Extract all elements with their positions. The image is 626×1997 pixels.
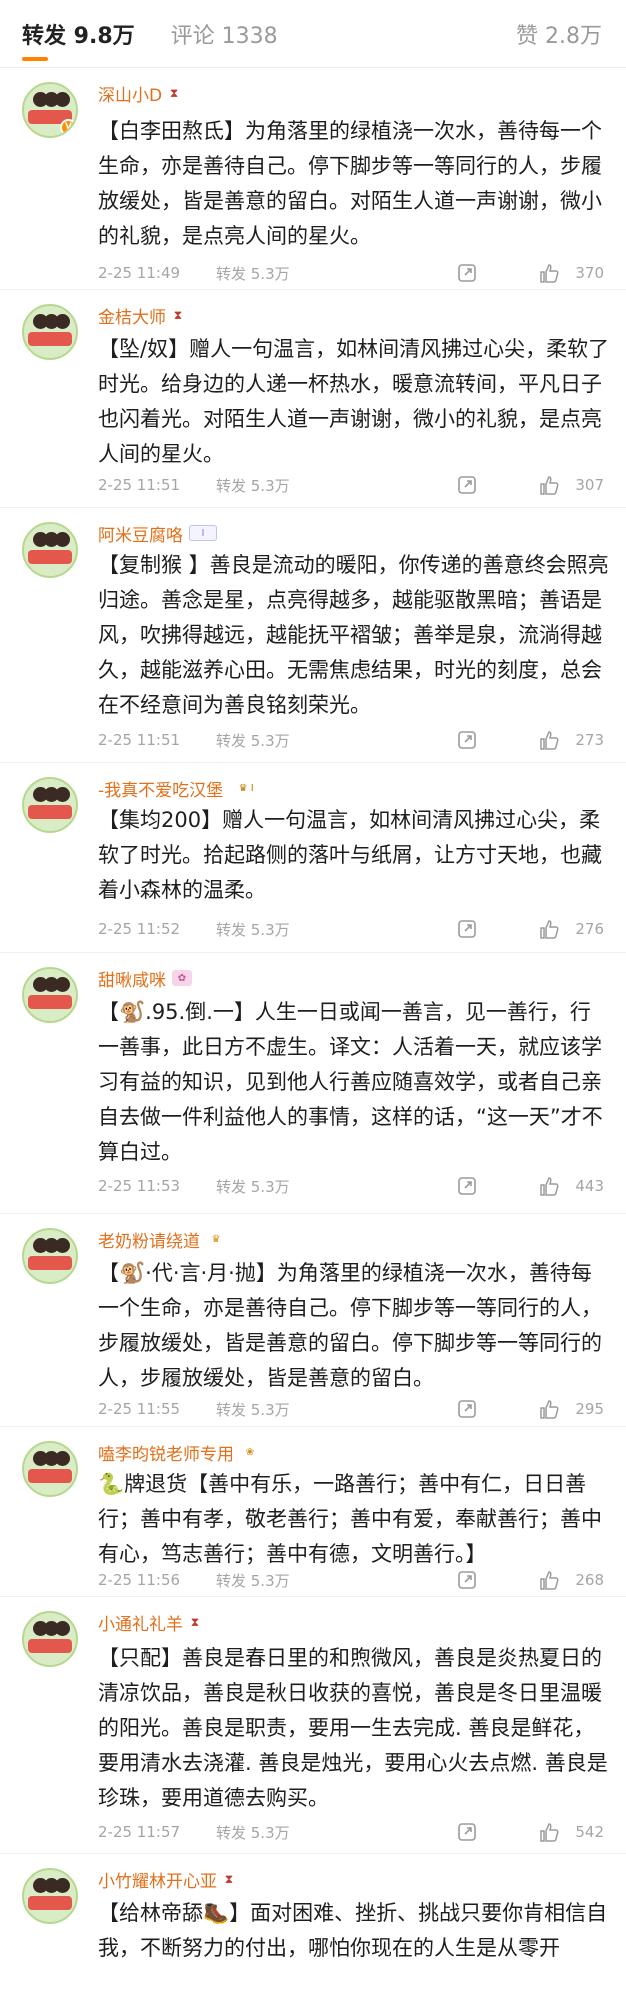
- reply-icon[interactable]: [456, 1569, 478, 1591]
- username[interactable]: 老奶粉请绕道: [98, 1227, 200, 1252]
- like-count: 273: [575, 731, 604, 749]
- like-icon[interactable]: [538, 1398, 560, 1420]
- timestamp: 2-25 11:52: [98, 920, 181, 938]
- timestamp: 2-25 11:55: [98, 1400, 181, 1418]
- like-icon[interactable]: [538, 729, 560, 751]
- level-badge: I: [189, 525, 217, 541]
- comment-item: 老奶粉请绕道 ♛ 【🐒·代·言·月·抛】为角落里的绿植浇一次水，善待每一个生命，亦…: [0, 1214, 626, 1427]
- avatar[interactable]: [22, 967, 78, 1023]
- comment-text: 【🐒·代·言·月·抛】为角落里的绿植浇一次水，善待每一个生命，亦是善待自己。停下…: [98, 1261, 602, 1390]
- tab-repost[interactable]: 转发 9.8万: [22, 18, 135, 50]
- comment-text: 【只配】善良是春日里的和煦微风，善良是炎热夏日的清凉饮品，善良是秋日收获的喜悦，…: [98, 1646, 608, 1810]
- repost-count[interactable]: 转发 5.3万: [216, 919, 456, 940]
- comment-item: 阿米豆腐咯 I 【复制猴 】善良是流动的暖阳，你传递的善意终会照亮归途。善念是星，…: [0, 508, 626, 763]
- comment-item: 甜啾咸咪 ✿ 【🐒.95.倒.一】人生一日或闻一善言，见一善行，行一善事，此日方不…: [0, 953, 626, 1214]
- like-icon[interactable]: [538, 262, 560, 284]
- reply-icon[interactable]: [456, 262, 478, 284]
- repost-count[interactable]: 转发 5.3万: [216, 475, 456, 496]
- crown-badge-icon: ♛: [211, 1233, 221, 1245]
- timestamp: 2-25 11:49: [98, 264, 181, 282]
- comment-meta: 2-25 11:53 转发 5.3万 443: [98, 1173, 604, 1199]
- hourglass-icon: ⧗: [169, 85, 179, 100]
- avatar[interactable]: [22, 1228, 78, 1284]
- username[interactable]: -我真不爱吃汉堡: [98, 776, 223, 801]
- avatar[interactable]: [22, 1441, 78, 1497]
- like-count: 276: [575, 920, 604, 938]
- comment-tabs: 转发 9.8万 评论 1338 赞 2.8万: [0, 0, 626, 68]
- comment-text: 🐍牌退货【善中有乐，一路善行；善中有仁，日日善行；善中有孝，敬老善行；善中有爱，…: [98, 1472, 602, 1566]
- reply-icon[interactable]: [456, 1175, 478, 1197]
- comment-text: 【坠/奴】赠人一句温言，如林间清风拂过心尖，柔软了时光。给身边的人递一杯热水，暖…: [98, 337, 610, 466]
- comment-meta: 2-25 11:49 转发 5.3万 370: [98, 260, 604, 286]
- username[interactable]: 甜啾咸咪: [98, 966, 166, 991]
- reply-icon[interactable]: [456, 918, 478, 940]
- comment-meta: 2-25 11:57 转发 5.3万 542: [98, 1819, 604, 1845]
- crown-level-badge: ♛ I: [238, 782, 254, 794]
- username[interactable]: 阿米豆腐咯: [98, 521, 183, 546]
- avatar[interactable]: [22, 522, 78, 578]
- tab-comments[interactable]: 评论 1338: [171, 18, 278, 50]
- like-count: 268: [575, 1571, 604, 1589]
- avatar[interactable]: V: [22, 82, 78, 138]
- comment-text: 【集均200】赠人一句温言，如林间清风拂过心尖，柔软了时光。拾起路侧的落叶与纸屑…: [98, 808, 602, 902]
- comment-item: 金桔大师 ⧗ 【坠/奴】赠人一句温言，如林间清风拂过心尖，柔软了时光。给身边的人递…: [0, 290, 626, 508]
- repost-count[interactable]: 转发 5.3万: [216, 1822, 456, 1843]
- repost-count[interactable]: 转发 5.3万: [216, 263, 456, 284]
- like-count: 542: [575, 1823, 604, 1841]
- like-count: 443: [575, 1177, 604, 1195]
- avatar[interactable]: [22, 1611, 78, 1667]
- avatar[interactable]: [22, 777, 78, 833]
- reply-icon[interactable]: [456, 1398, 478, 1420]
- repost-count[interactable]: 转发 5.3万: [216, 1176, 456, 1197]
- repost-count[interactable]: 转发 5.3万: [216, 1570, 456, 1591]
- like-icon[interactable]: [538, 474, 560, 496]
- like-icon[interactable]: [538, 918, 560, 940]
- tab-likes[interactable]: 赞 2.8万: [516, 18, 602, 50]
- username[interactable]: 小竹耀林开心亚: [98, 1867, 217, 1892]
- comment-text: 【🐒.95.倒.一】人生一日或闻一善言，见一善行，行一善事，此日方不虚生。译文：…: [98, 1000, 603, 1164]
- comment-meta: 2-25 11:52 转发 5.3万 276: [98, 916, 604, 942]
- reply-icon[interactable]: [456, 1821, 478, 1843]
- username[interactable]: 小通礼礼羊: [98, 1610, 183, 1635]
- avatar[interactable]: [22, 304, 78, 360]
- like-count: 370: [575, 264, 604, 282]
- comment-item: 小竹耀林开心亚 ⧗ 【给林帝舔🥾】面对困难、挫折、挑战只要你肯相信自我，不断努力的…: [0, 1854, 626, 1997]
- comment-item: 小通礼礼羊 ⧗ 【只配】善良是春日里的和煦微风，善良是炎热夏日的清凉饮品，善良是秋…: [0, 1597, 626, 1854]
- comment-text: 【给林帝舔🥾】面对困难、挫折、挑战只要你肯相信自我，不断努力的付出，哪怕你现在的…: [98, 1901, 608, 1960]
- comment-meta: 2-25 11:55 转发 5.3万 295: [98, 1396, 604, 1422]
- pink-badge-icon: ✿: [172, 970, 192, 986]
- timestamp: 2-25 11:51: [98, 476, 181, 494]
- comment-meta: 2-25 11:51 转发 5.3万 273: [98, 727, 604, 753]
- comment-item: -我真不爱吃汉堡 ♛ I 【集均200】赠人一句温言，如林间清风拂过心尖，柔软了时…: [0, 763, 626, 953]
- reply-icon[interactable]: [456, 474, 478, 496]
- comment-text: 【白李田熬氐】为角落里的绿植浇一次水，善待每一个生命，亦是善待自己。停下脚步等一…: [98, 119, 602, 248]
- hourglass-icon: ⧗: [173, 307, 183, 322]
- comment-text: 【复制猴 】善良是流动的暖阳，你传递的善意终会照亮归途。善念是星，点亮得越多，越…: [98, 553, 609, 717]
- username[interactable]: 嗑李昀锐老师专用: [98, 1440, 234, 1465]
- comment-item: 嗑李昀锐老师专用 ❀ 🐍牌退货【善中有乐，一路善行；善中有仁，日日善行；善中有孝，…: [0, 1427, 626, 1597]
- fan-badge-icon: ❀: [245, 1446, 255, 1458]
- reply-icon[interactable]: [456, 729, 478, 751]
- hourglass-icon: ⧗: [190, 1614, 200, 1629]
- like-count: 307: [575, 476, 604, 494]
- comment-meta: 2-25 11:56 转发 5.3万 268: [98, 1567, 604, 1593]
- comment-item: V 深山小D ⧗ 【白李田熬氐】为角落里的绿植浇一次水，善待每一个生命，亦是善待自…: [0, 68, 626, 290]
- timestamp: 2-25 11:51: [98, 731, 181, 749]
- avatar[interactable]: [22, 1868, 78, 1924]
- timestamp: 2-25 11:56: [98, 1571, 181, 1589]
- username[interactable]: 金桔大师: [98, 303, 166, 328]
- hourglass-icon: ⧗: [224, 1871, 234, 1886]
- active-tab-indicator: [22, 57, 48, 61]
- comment-meta: 2-25 11:51 转发 5.3万 307: [98, 472, 604, 498]
- like-icon[interactable]: [538, 1175, 560, 1197]
- like-icon[interactable]: [538, 1569, 560, 1591]
- like-icon[interactable]: [538, 1821, 560, 1843]
- timestamp: 2-25 11:53: [98, 1177, 181, 1195]
- verified-icon: V: [60, 119, 76, 136]
- username[interactable]: 深山小D: [98, 81, 162, 106]
- repost-count[interactable]: 转发 5.3万: [216, 730, 456, 751]
- timestamp: 2-25 11:57: [98, 1823, 181, 1841]
- like-count: 295: [575, 1400, 604, 1418]
- repost-count[interactable]: 转发 5.3万: [216, 1399, 456, 1420]
